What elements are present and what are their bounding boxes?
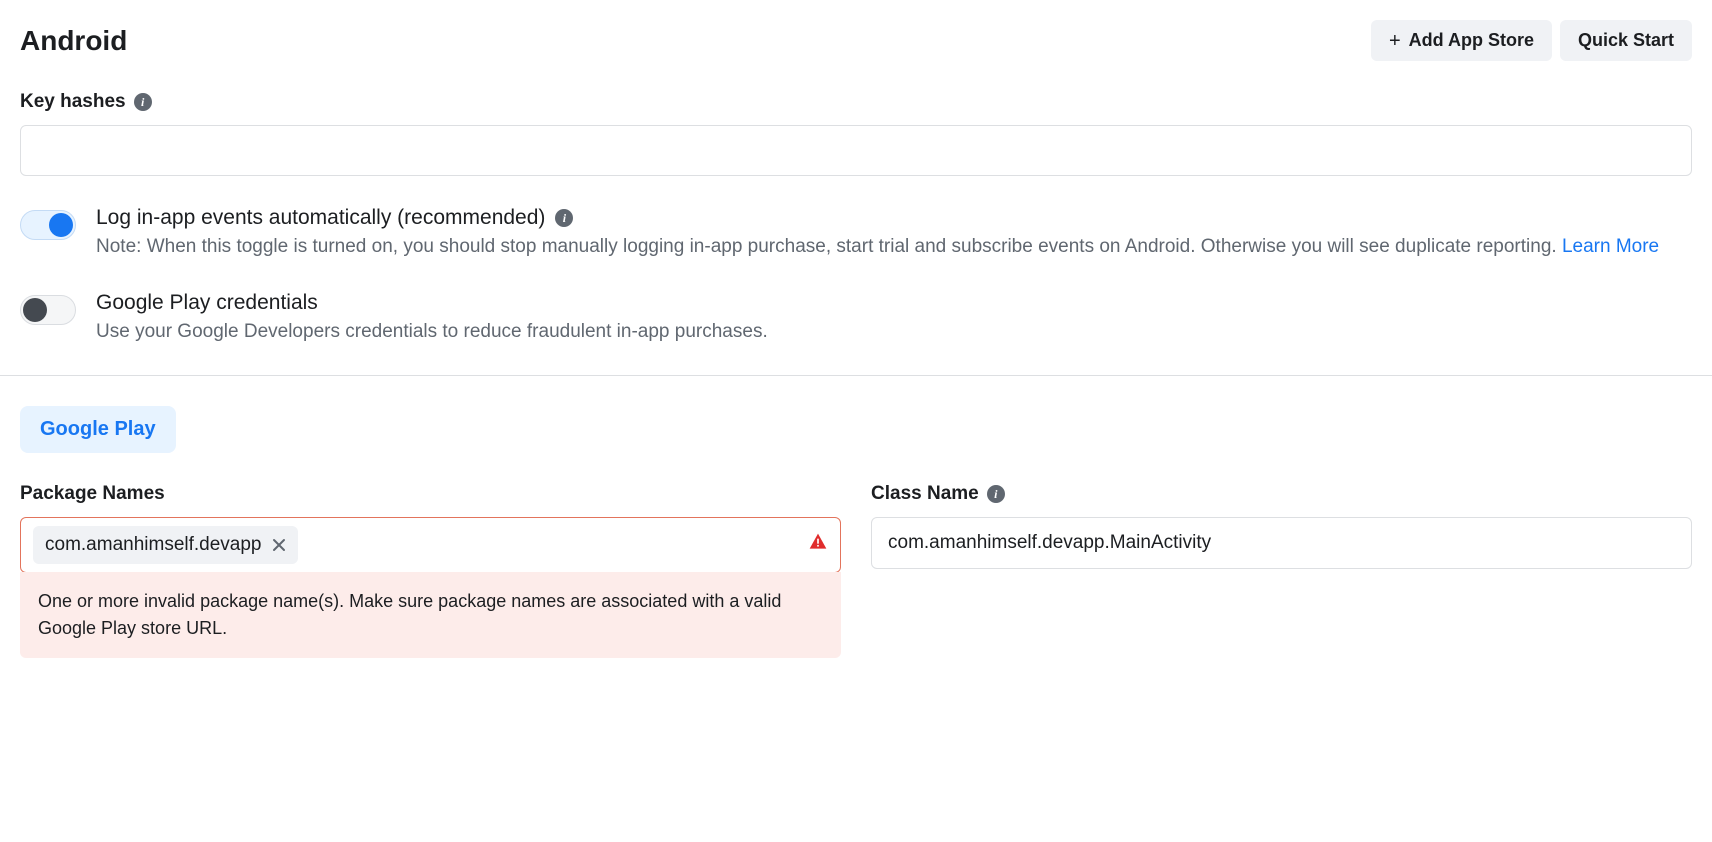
google-creds-desc: Use your Google Developers credentials t… <box>96 319 1692 346</box>
quick-start-label: Quick Start <box>1578 30 1674 51</box>
auto-log-title-text: Log in-app events automatically (recomme… <box>96 206 545 230</box>
class-name-label: Class Name i <box>871 483 1692 505</box>
tab-google-play[interactable]: Google Play <box>20 406 176 453</box>
google-creds-toggle[interactable] <box>20 295 76 325</box>
auto-log-title: Log in-app events automatically (recomme… <box>96 206 1692 230</box>
quick-start-button[interactable]: Quick Start <box>1560 20 1692 61</box>
toggle-knob <box>49 213 73 237</box>
add-app-store-button[interactable]: + Add App Store <box>1371 20 1552 61</box>
package-chip-text: com.amanhimself.devapp <box>45 534 262 556</box>
info-icon[interactable]: i <box>134 93 152 111</box>
page-title: Android <box>20 25 127 57</box>
divider <box>0 375 1712 376</box>
package-error-banner: One or more invalid package name(s). Mak… <box>20 572 841 658</box>
class-name-input[interactable] <box>871 517 1692 569</box>
key-hashes-label: Key hashes i <box>20 91 1692 113</box>
package-names-input[interactable]: com.amanhimself.devapp <box>20 517 841 573</box>
plus-icon: + <box>1389 31 1401 51</box>
learn-more-link[interactable]: Learn More <box>1562 236 1659 257</box>
key-hashes-label-text: Key hashes <box>20 91 126 113</box>
auto-log-toggle[interactable] <box>20 210 76 240</box>
add-app-store-label: Add App Store <box>1409 30 1534 51</box>
toggle-knob <box>23 298 47 322</box>
info-icon[interactable]: i <box>987 485 1005 503</box>
google-creds-title: Google Play credentials <box>96 291 1692 315</box>
class-name-label-text: Class Name <box>871 483 979 505</box>
auto-log-desc: Note: When this toggle is turned on, you… <box>96 234 1692 261</box>
google-creds-title-text: Google Play credentials <box>96 291 318 315</box>
key-hashes-input[interactable] <box>20 125 1692 176</box>
info-icon[interactable]: i <box>555 209 573 227</box>
auto-log-note: Note: When this toggle is turned on, you… <box>96 236 1562 257</box>
package-chip: com.amanhimself.devapp <box>33 526 298 564</box>
warning-icon <box>808 532 828 558</box>
package-names-label: Package Names <box>20 483 841 505</box>
close-icon[interactable] <box>272 538 286 552</box>
